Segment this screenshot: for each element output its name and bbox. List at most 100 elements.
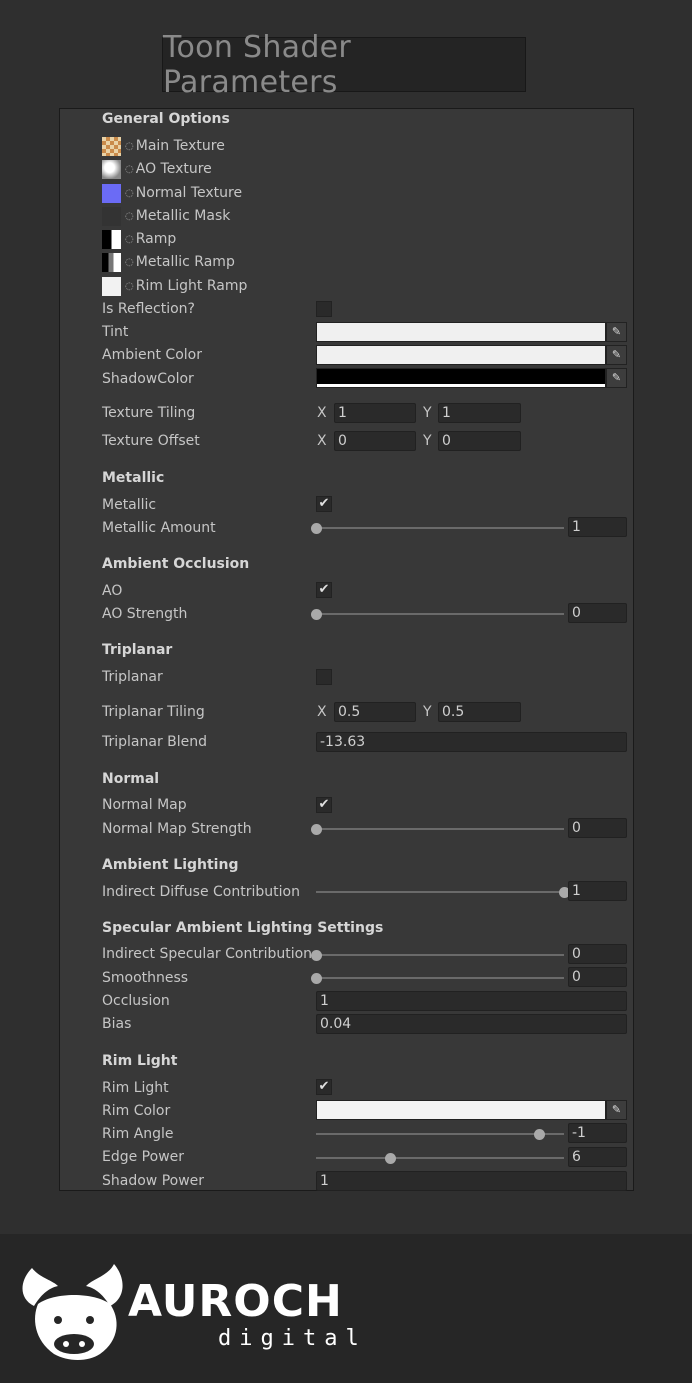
- texture-label: Metallic Ramp: [135, 254, 235, 270]
- offset-x-input[interactable]: 0: [334, 431, 416, 451]
- ambient-color-field[interactable]: [316, 345, 606, 365]
- rim-light-toggle-label: Rim Light: [102, 1080, 169, 1096]
- section-header-normal: Normal: [102, 771, 160, 787]
- normal-texture-thumbnail[interactable]: [102, 183, 121, 203]
- shadow-color-field[interactable]: [316, 368, 606, 388]
- main-texture-thumbnail[interactable]: [102, 136, 121, 156]
- texture-slot-rim-ramp[interactable]: ◌ Rim Light Ramp: [102, 276, 247, 296]
- ramp-thumbnail[interactable]: [102, 229, 121, 249]
- eyedropper-icon[interactable]: ✎: [606, 322, 627, 342]
- normal-map-label: Normal Map: [102, 797, 187, 813]
- texture-slot-metallic-mask[interactable]: ◌ Metallic Mask: [102, 206, 230, 226]
- shadow-color-label: ShadowColor: [102, 371, 194, 387]
- indirect-diffuse-input[interactable]: 1: [568, 881, 627, 901]
- tint-label: Tint: [102, 324, 129, 340]
- occlusion-label: Occlusion: [102, 993, 170, 1009]
- metallic-checkbox[interactable]: ✔: [316, 496, 332, 512]
- bull-logo-icon: [22, 1264, 123, 1360]
- object-picker-icon[interactable]: ◌: [125, 164, 134, 175]
- ao-checkbox[interactable]: ✔: [316, 582, 332, 598]
- metallic-toggle-label: Metallic: [102, 497, 157, 513]
- tint-color-field[interactable]: [316, 322, 606, 342]
- page-title: Toon Shader Parameters: [163, 29, 352, 100]
- normal-strength-label: Normal Map Strength: [102, 821, 252, 837]
- edge-power-input[interactable]: 6: [568, 1147, 627, 1167]
- bias-input[interactable]: 0.04: [316, 1014, 627, 1034]
- triplanar-blend-input[interactable]: -13.63: [316, 732, 627, 752]
- texture-slot-ramp[interactable]: ◌ Ramp: [102, 229, 176, 249]
- smoothness-slider-track[interactable]: [311, 973, 564, 984]
- ao-strength-input[interactable]: 0: [568, 603, 627, 623]
- triplanar-blend-label: Triplanar Blend: [102, 734, 208, 750]
- rim-ramp-thumbnail[interactable]: [102, 276, 121, 296]
- x-axis-label: X: [317, 433, 327, 449]
- x-axis-label: X: [317, 704, 327, 720]
- rim-angle-slider-track[interactable]: [316, 1129, 564, 1140]
- triplanar-tiling-y-input[interactable]: 0.5: [438, 702, 521, 722]
- indirect-specular-label: Indirect Specular Contribution: [102, 946, 313, 962]
- section-header-specular: Specular Ambient Lighting Settings: [102, 920, 384, 936]
- metallic-ramp-thumbnail[interactable]: [102, 252, 121, 272]
- slider-knob[interactable]: [385, 1153, 397, 1164]
- metallic-mask-thumbnail[interactable]: [102, 206, 121, 226]
- normal-map-checkbox[interactable]: ✔: [316, 797, 332, 813]
- texture-slot-ao[interactable]: ◌ AO Texture: [102, 159, 212, 179]
- ao-texture-thumbnail[interactable]: [102, 159, 121, 179]
- ao-strength-slider-track[interactable]: [311, 609, 564, 620]
- object-picker-icon[interactable]: ◌: [125, 257, 134, 268]
- metallic-amount-slider-track[interactable]: [311, 523, 564, 534]
- slider-knob[interactable]: [311, 609, 322, 620]
- section-header-ambient-lighting: Ambient Lighting: [102, 857, 239, 873]
- slider-knob[interactable]: [311, 523, 322, 534]
- slider-knob[interactable]: [311, 973, 322, 984]
- smoothness-input[interactable]: 0: [568, 967, 627, 987]
- rim-color-field[interactable]: [316, 1100, 606, 1120]
- edge-power-label: Edge Power: [102, 1149, 185, 1165]
- eyedropper-icon[interactable]: ✎: [606, 1100, 627, 1120]
- object-picker-icon[interactable]: ◌: [125, 141, 134, 152]
- brand-logo-text: AUROCH: [128, 1276, 343, 1327]
- offset-y-input[interactable]: 0: [438, 431, 521, 451]
- shadow-power-input[interactable]: 1: [316, 1171, 627, 1191]
- rim-angle-input[interactable]: -1: [568, 1123, 627, 1143]
- y-axis-label: Y: [423, 433, 432, 449]
- tiling-x-input[interactable]: 1: [334, 403, 416, 423]
- normal-strength-slider-track[interactable]: [311, 824, 564, 835]
- normal-strength-input[interactable]: 0: [568, 818, 627, 838]
- triplanar-checkbox[interactable]: [316, 669, 332, 685]
- rim-angle-label: Rim Angle: [102, 1126, 174, 1142]
- texture-slot-normal[interactable]: ◌ Normal Texture: [102, 183, 242, 203]
- is-reflection-checkbox[interactable]: [316, 301, 332, 317]
- metallic-amount-input[interactable]: 1: [568, 517, 627, 537]
- rim-light-checkbox[interactable]: ✔: [316, 1079, 332, 1095]
- object-picker-icon[interactable]: ◌: [125, 234, 134, 245]
- edge-power-slider-track[interactable]: [316, 1153, 564, 1164]
- alpha-bar: [317, 384, 605, 387]
- slider-knob[interactable]: [311, 950, 322, 961]
- inspector-panel: General Options ◌ Main Texture ◌ AO Text…: [59, 108, 634, 1191]
- slider-knob[interactable]: [534, 1129, 546, 1140]
- triplanar-tiling-label: Triplanar Tiling: [102, 704, 205, 720]
- indirect-specular-slider-track[interactable]: [311, 950, 564, 961]
- triplanar-toggle-label: Triplanar: [102, 669, 163, 685]
- bias-label: Bias: [102, 1016, 132, 1032]
- eyedropper-icon[interactable]: ✎: [606, 345, 627, 365]
- alpha-bar: [317, 1116, 605, 1119]
- indirect-diffuse-slider-track[interactable]: [316, 887, 570, 898]
- title-box: Toon Shader Parameters: [162, 30, 526, 100]
- texture-label: Main Texture: [135, 138, 225, 154]
- occlusion-input[interactable]: 1: [316, 991, 627, 1011]
- triplanar-tiling-x-input[interactable]: 0.5: [334, 702, 416, 722]
- section-header-rim-light: Rim Light: [102, 1053, 178, 1069]
- texture-label: AO Texture: [135, 161, 212, 177]
- eyedropper-icon[interactable]: ✎: [606, 368, 627, 388]
- object-picker-icon[interactable]: ◌: [125, 188, 134, 199]
- slider-knob[interactable]: [311, 824, 322, 835]
- tiling-y-input[interactable]: 1: [438, 403, 521, 423]
- texture-slot-main[interactable]: ◌ Main Texture: [102, 136, 225, 156]
- indirect-specular-input[interactable]: 0: [568, 944, 627, 964]
- object-picker-icon[interactable]: ◌: [125, 211, 134, 222]
- metallic-amount-label: Metallic Amount: [102, 520, 216, 536]
- texture-slot-metallic-ramp[interactable]: ◌ Metallic Ramp: [102, 252, 235, 272]
- object-picker-icon[interactable]: ◌: [125, 281, 134, 292]
